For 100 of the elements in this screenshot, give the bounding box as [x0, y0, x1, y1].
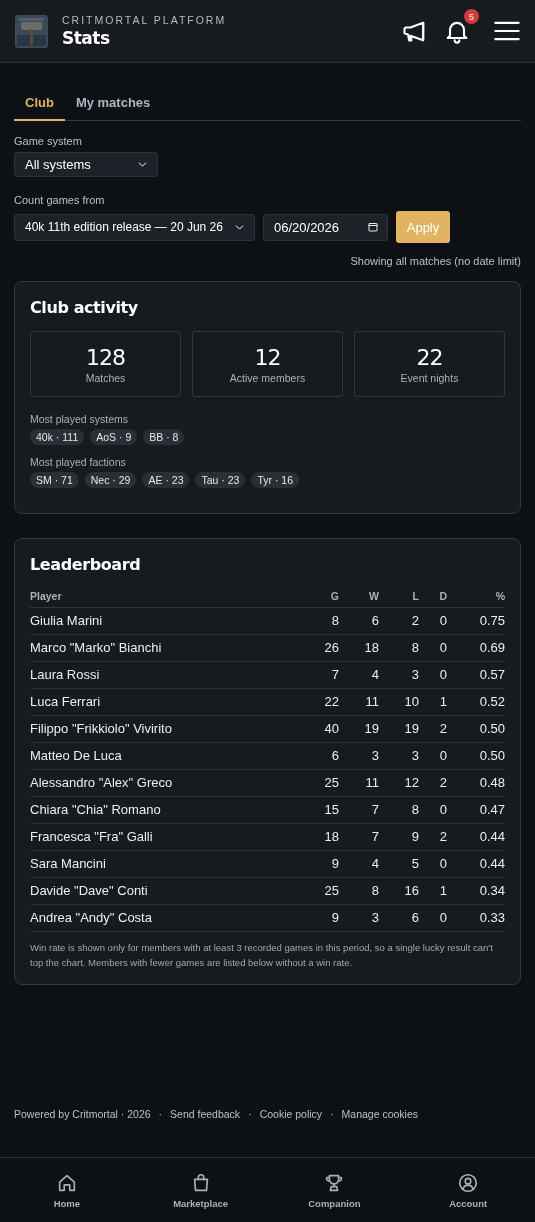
- table-cell: 9: [309, 904, 339, 932]
- table-cell: Laura Rossi: [30, 661, 309, 689]
- table-cell: 19: [379, 715, 419, 743]
- table-cell: 40: [309, 715, 339, 743]
- table-cell: 0: [419, 742, 447, 770]
- table-cell: 1: [419, 877, 447, 905]
- field-label: Count games from: [14, 194, 106, 206]
- table-cell: 26: [309, 634, 339, 662]
- table-cell: 0.48: [447, 769, 505, 797]
- table-cell: 25: [309, 877, 339, 905]
- table-cell: Alessandro "Alex" Greco: [30, 769, 309, 797]
- table-cell: 3: [339, 904, 379, 932]
- period-select[interactable]: 40k 11th edition release — 20 Jun 26: [14, 213, 255, 241]
- table-cell: 0: [419, 661, 447, 689]
- table-cell: 12: [379, 769, 419, 797]
- table-cell: 2: [419, 715, 447, 743]
- table-cell: 22: [309, 688, 339, 716]
- count-chip: Tyr · 16: [251, 472, 300, 488]
- table-cell: 10: [379, 688, 419, 716]
- count-chip: Tau · 23: [195, 472, 246, 488]
- column-header: G: [309, 586, 339, 608]
- table-cell: Francesca "Fra" Galli: [30, 823, 309, 851]
- table-cell: Luca Ferrari: [30, 688, 309, 716]
- table-cell: 3: [379, 661, 419, 689]
- platform-name: CRITMORTAL PLATFORM: [62, 14, 228, 26]
- table-cell: 0: [419, 796, 447, 824]
- column-header: L: [379, 586, 419, 608]
- count-chip: BB · 8: [143, 429, 185, 445]
- system-select[interactable]: All systems: [14, 152, 158, 177]
- footnote: Win rate is shown only for members with at least 3 recorded games in this period, so a single lucky result can't top the chart. Members with fewer games are listed below without a win rate.: [30, 941, 494, 970]
- table-cell: 2: [419, 823, 447, 851]
- count-chip: 40k · 111: [30, 429, 85, 445]
- table-cell: 0: [419, 850, 447, 878]
- column-header: W: [339, 586, 379, 608]
- table-cell: 5: [379, 850, 419, 878]
- table-cell: 7: [339, 823, 379, 851]
- table-cell: 0.52: [447, 688, 505, 716]
- count-chip: AE · 23: [142, 472, 190, 488]
- table-cell: 0.57: [447, 661, 505, 689]
- table-cell: 0.50: [447, 715, 505, 743]
- table-cell: 9: [379, 823, 419, 851]
- separator-dot: ·: [158, 1108, 163, 1120]
- notification-badge: 5: [464, 9, 479, 24]
- nav-item[interactable]: Companion: [267, 1158, 402, 1222]
- table-cell: 8: [309, 607, 339, 635]
- filter-status: Showing all matches (no date limit): [350, 255, 521, 267]
- column-header: %: [447, 586, 505, 608]
- table-cell: 19: [339, 715, 379, 743]
- footer-link[interactable]: Cookie policy: [259, 1108, 323, 1120]
- table-cell: 6: [309, 742, 339, 770]
- stat-label: Active members: [229, 371, 306, 384]
- table-cell: 16: [379, 877, 419, 905]
- nav-item[interactable]: Marketplace: [133, 1158, 268, 1222]
- table-cell: 7: [339, 796, 379, 824]
- table-cell: 8: [379, 796, 419, 824]
- card-title: Leaderboard: [30, 555, 142, 574]
- count-chip: SM · 71: [30, 472, 79, 488]
- count-chip: AoS · 9: [90, 429, 138, 445]
- table-cell: 9: [309, 850, 339, 878]
- card-title: Club activity: [30, 298, 139, 317]
- tab[interactable]: Club: [14, 88, 65, 121]
- table-cell: Giulia Marini: [30, 607, 309, 635]
- table-cell: 7: [309, 661, 339, 689]
- table-cell: 4: [339, 661, 379, 689]
- table-cell: 0: [419, 634, 447, 662]
- table-cell: 0.44: [447, 823, 505, 851]
- table-cell: Sara Mancini: [30, 850, 309, 878]
- table-cell: 15: [309, 796, 339, 824]
- table-cell: 2: [419, 769, 447, 797]
- table-cell: Filippo "Frikkiolo" Vivirito: [30, 715, 309, 743]
- stat-label: Matches: [85, 371, 126, 384]
- nav-item[interactable]: Account: [401, 1158, 535, 1222]
- table-cell: 0.69: [447, 634, 505, 662]
- table-cell: 18: [339, 634, 379, 662]
- column-header: Player: [30, 586, 309, 608]
- table-cell: 0.44: [447, 850, 505, 878]
- logo-icon: [15, 14, 48, 48]
- calendar-icon: [367, 221, 379, 233]
- table-cell: 11: [339, 688, 379, 716]
- footer-link[interactable]: Send feedback: [170, 1108, 241, 1120]
- stat-value: 12: [254, 344, 281, 370]
- column-header: D: [419, 586, 447, 608]
- table-cell: 11: [339, 769, 379, 797]
- copyright-text: Powered by Critmortal · 2026: [14, 1108, 151, 1120]
- table-cell: 0: [419, 904, 447, 932]
- group-label: Most played factions: [30, 456, 127, 468]
- table-cell: 8: [339, 877, 379, 905]
- user-circle-icon: [457, 1171, 480, 1194]
- nav-item[interactable]: Home: [0, 1158, 134, 1222]
- footer-link[interactable]: Manage cookies: [341, 1108, 419, 1120]
- table-cell: 25: [309, 769, 339, 797]
- stat-value: 128: [86, 344, 125, 370]
- date-field[interactable]: 06/20/2026: [263, 213, 388, 241]
- tab[interactable]: My matches: [64, 88, 162, 121]
- table-cell: Matteo De Luca: [30, 742, 309, 770]
- separator-dot: ·: [248, 1108, 252, 1120]
- table-cell: 0.75: [447, 607, 505, 635]
- table-cell: Davide "Dave" Conti: [30, 877, 309, 905]
- table-cell: 0.34: [447, 877, 505, 905]
- stat-label: Event nights: [400, 371, 459, 384]
